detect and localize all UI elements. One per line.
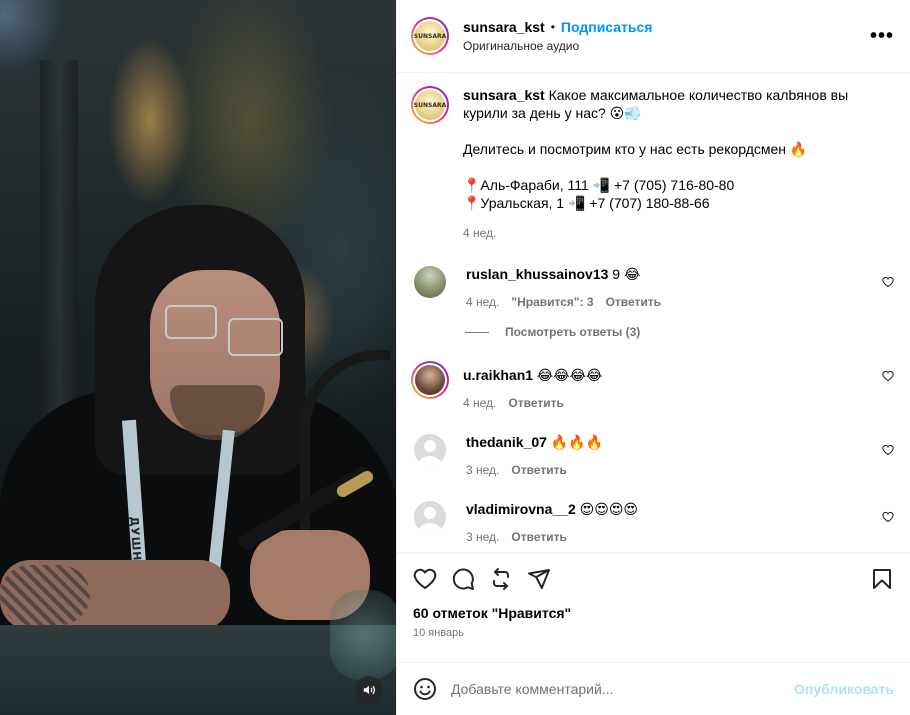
comment-time[interactable]: 4 нед. xyxy=(466,295,499,309)
publish-button[interactable]: Опубликовать xyxy=(794,681,894,697)
comment-like-icon[interactable] xyxy=(882,511,894,523)
post-date[interactable]: 10 январь xyxy=(413,627,894,639)
reply-button[interactable]: Ответить xyxy=(511,463,566,477)
default-avatar-icon xyxy=(418,440,442,466)
like-button[interactable] xyxy=(413,567,437,591)
caption-address-2: 📍Уральская, 1 📲 +7 (707) 180-88-66 xyxy=(463,195,710,211)
repost-icon xyxy=(493,568,509,590)
comment-likes[interactable]: "Нравится": 3 xyxy=(511,295,593,309)
background-column xyxy=(40,60,78,440)
comment-like-icon[interactable] xyxy=(882,276,894,288)
comment-avatar[interactable] xyxy=(414,434,446,466)
smiley-icon xyxy=(414,678,436,700)
comment-time[interactable]: 3 нед. xyxy=(466,530,499,544)
post-actions: 60 отметок "Нравится" 10 январь xyxy=(397,552,910,662)
view-replies-button[interactable]: Посмотреть ответы (3) xyxy=(465,325,894,339)
glasses-lens-right xyxy=(228,318,283,356)
save-button[interactable] xyxy=(870,567,894,591)
reply-button[interactable]: Ответить xyxy=(511,530,566,544)
comment-avatar-image xyxy=(415,365,445,395)
replies-divider xyxy=(465,331,489,333)
comment-text: 9 😂 xyxy=(612,266,641,282)
caption-username[interactable]: sunsara_kst xyxy=(463,87,545,103)
comment-time[interactable]: 3 нед. xyxy=(466,463,499,477)
bookmark-icon xyxy=(873,569,891,589)
more-options-icon[interactable]: ••• xyxy=(870,25,894,48)
separator-dot: • xyxy=(550,20,555,34)
comment-button[interactable] xyxy=(451,567,475,591)
arm-tattoo xyxy=(0,565,90,625)
author-avatar[interactable]: SUNSARA xyxy=(411,17,449,55)
repost-button[interactable] xyxy=(489,567,513,591)
comment-avatar[interactable] xyxy=(414,266,446,298)
reply-button[interactable]: Ответить xyxy=(508,396,563,410)
heart-icon xyxy=(413,568,437,589)
lanyard-text: ДУШНИЛА xyxy=(127,516,145,592)
caption-text-line2: Делитесь и посмотрим кто у нас есть реко… xyxy=(463,141,808,157)
caption-address-1: 📍Аль-Фараби, 111 📲 +7 (705) 716-80-80 xyxy=(463,177,735,193)
comment-username[interactable]: ruslan_khussainov13 xyxy=(466,266,608,282)
comment-username[interactable]: u.raikhan1 xyxy=(463,367,533,383)
emoji-button[interactable] xyxy=(413,677,437,701)
glasses-lens-left xyxy=(165,305,217,339)
post-header: SUNSARA sunsara_kst • Подписаться Оригин… xyxy=(397,0,910,73)
comment-like-icon[interactable] xyxy=(882,370,894,382)
default-avatar-icon xyxy=(418,507,442,533)
post-video[interactable]: ДУШНИЛА xyxy=(0,0,396,715)
author-username[interactable]: sunsara_kst xyxy=(463,19,545,35)
comment-item: vladimirovna__2 😍😍😍😍 3 нед. Ответить xyxy=(411,501,894,544)
share-button[interactable] xyxy=(527,567,551,591)
comment-avatar[interactable] xyxy=(414,501,446,533)
author-avatar-image: SUNSARA xyxy=(414,21,446,51)
comment-text: 😍😍😍😍 xyxy=(579,501,639,517)
comment-icon xyxy=(452,568,474,590)
follow-button[interactable]: Подписаться xyxy=(561,19,653,35)
comment-username[interactable]: thedanik_07 xyxy=(466,434,547,450)
comments-section[interactable]: SUNSARA sunsara_kst Какое максимальное к… xyxy=(397,74,910,552)
comment-username[interactable]: vladimirovna__2 xyxy=(466,501,576,517)
volume-button[interactable] xyxy=(355,676,383,704)
comment-avatar[interactable] xyxy=(411,361,449,399)
comment-time[interactable]: 4 нед. xyxy=(463,396,496,410)
view-replies-label: Посмотреть ответы (3) xyxy=(505,325,641,339)
reply-button[interactable]: Ответить xyxy=(606,295,661,309)
volume-icon xyxy=(363,685,375,695)
caption-avatar-image: SUNSARA xyxy=(414,90,446,120)
comment-item: ruslan_khussainov13 9 😂 4 нед. "Нравится… xyxy=(411,266,894,309)
post-caption: SUNSARA sunsara_kst Какое максимальное к… xyxy=(411,86,894,242)
audio-link[interactable]: Оригинальное аудио xyxy=(463,39,870,53)
likes-count[interactable]: 60 отметок "Нравится" xyxy=(413,605,894,621)
comment-text: 😂😂😂😂 xyxy=(536,367,603,383)
post-sidebar: SUNSARA sunsara_kst • Подписаться Оригин… xyxy=(396,0,910,715)
caption-avatar[interactable]: SUNSARA xyxy=(411,86,449,124)
comment-item: thedanik_07 🔥🔥🔥 3 нед. Ответить xyxy=(411,434,894,477)
glass-jar xyxy=(330,590,396,680)
comment-text: 🔥🔥🔥 xyxy=(550,434,604,450)
comment-like-icon[interactable] xyxy=(882,444,894,456)
send-icon xyxy=(528,569,550,589)
comment-input[interactable] xyxy=(451,681,795,697)
caption-time[interactable]: 4 нед. xyxy=(463,224,496,242)
comment-item: u.raikhan1 😂😂😂😂 4 нед. Ответить xyxy=(411,361,894,410)
add-comment-bar: Опубликовать xyxy=(397,662,910,715)
